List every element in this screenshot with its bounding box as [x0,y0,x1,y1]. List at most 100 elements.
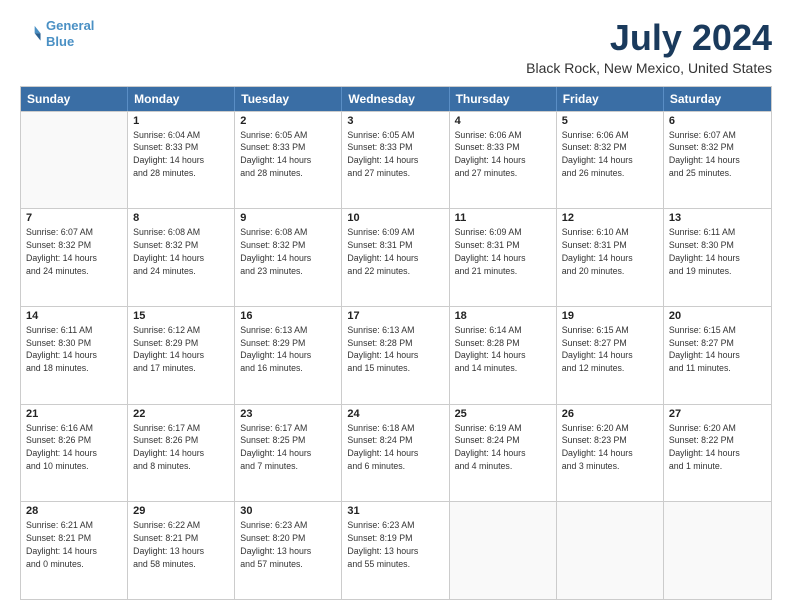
logo-icon [20,23,42,45]
day-number: 27 [669,408,766,420]
day-number: 14 [26,310,122,322]
calendar-week-2: 14Sunrise: 6:11 AMSunset: 8:30 PMDayligh… [21,306,771,404]
day-number: 3 [347,115,443,127]
page: General Blue July 2024 Black Rock, New M… [0,0,792,612]
calendar-cell: 5 Sunrise: 6:06 AMSunset: 8:32 PMDaylight… [557,112,664,209]
day-info: Sunrise: 6:23 AMSunset: 8:20 PMDaylight:… [240,519,336,570]
calendar-header-cell: Wednesday [342,87,449,111]
calendar-cell: 15Sunrise: 6:12 AMSunset: 8:29 PMDayligh… [128,307,235,404]
calendar-cell: 22Sunrise: 6:17 AMSunset: 8:26 PMDayligh… [128,405,235,502]
day-info: Sunrise: 6:08 AMSunset: 8:32 PMDaylight:… [133,226,229,277]
calendar: SundayMondayTuesdayWednesdayThursdayFrid… [20,86,772,600]
day-info: Sunrise: 6:17 AMSunset: 8:25 PMDaylight:… [240,422,336,473]
day-info: Sunrise: 6:14 AMSunset: 8:28 PMDaylight:… [455,324,551,375]
calendar-week-0: 1 Sunrise: 6:04 AMSunset: 8:33 PMDaylight… [21,111,771,209]
day-number: 7 [26,212,122,224]
day-number: 28 [26,505,122,517]
day-number: 2 [240,115,336,127]
calendar-body: 1 Sunrise: 6:04 AMSunset: 8:33 PMDaylight… [21,111,771,599]
calendar-cell [450,502,557,599]
day-number: 23 [240,408,336,420]
logo: General Blue [20,18,94,49]
calendar-cell: 19Sunrise: 6:15 AMSunset: 8:27 PMDayligh… [557,307,664,404]
day-info: Sunrise: 6:08 AMSunset: 8:32 PMDaylight:… [240,226,336,277]
day-info: Sunrise: 6:19 AMSunset: 8:24 PMDaylight:… [455,422,551,473]
calendar-header-cell: Monday [128,87,235,111]
day-info: Sunrise: 6:04 AMSunset: 8:33 PMDaylight:… [133,129,229,180]
day-number: 19 [562,310,658,322]
day-number: 21 [26,408,122,420]
day-number: 26 [562,408,658,420]
calendar-cell: 28 Sunrise: 6:21 AMSunset: 8:21 PMDayligh… [21,502,128,599]
calendar-cell: 18 Sunrise: 6:14 AMSunset: 8:28 PMDayligh… [450,307,557,404]
day-number: 20 [669,310,766,322]
calendar-cell: 14Sunrise: 6:11 AMSunset: 8:30 PMDayligh… [21,307,128,404]
day-number: 8 [133,212,229,224]
calendar-cell: 2 Sunrise: 6:05 AMSunset: 8:33 PMDaylight… [235,112,342,209]
day-number: 16 [240,310,336,322]
calendar-cell [557,502,664,599]
calendar-cell: 21 Sunrise: 6:16 AMSunset: 8:26 PMDayligh… [21,405,128,502]
calendar-cell: 8 Sunrise: 6:08 AMSunset: 8:32 PMDaylight… [128,209,235,306]
day-info: Sunrise: 6:16 AMSunset: 8:26 PMDaylight:… [26,422,122,473]
day-info: Sunrise: 6:23 AMSunset: 8:19 PMDaylight:… [347,519,443,570]
day-info: Sunrise: 6:06 AMSunset: 8:32 PMDaylight:… [562,129,658,180]
calendar-cell: 30Sunrise: 6:23 AMSunset: 8:20 PMDayligh… [235,502,342,599]
calendar-header-row: SundayMondayTuesdayWednesdayThursdayFrid… [21,87,771,111]
day-info: Sunrise: 6:06 AMSunset: 8:33 PMDaylight:… [455,129,551,180]
calendar-cell: 3Sunrise: 6:05 AMSunset: 8:33 PMDaylight… [342,112,449,209]
day-info: Sunrise: 6:13 AMSunset: 8:28 PMDaylight:… [347,324,443,375]
day-info: Sunrise: 6:15 AMSunset: 8:27 PMDaylight:… [669,324,766,375]
calendar-cell: 9 Sunrise: 6:08 AMSunset: 8:32 PMDaylight… [235,209,342,306]
day-info: Sunrise: 6:10 AMSunset: 8:31 PMDaylight:… [562,226,658,277]
day-number: 5 [562,115,658,127]
day-number: 17 [347,310,443,322]
day-info: Sunrise: 6:18 AMSunset: 8:24 PMDaylight:… [347,422,443,473]
calendar-week-1: 7 Sunrise: 6:07 AMSunset: 8:32 PMDaylight… [21,208,771,306]
day-info: Sunrise: 6:05 AMSunset: 8:33 PMDaylight:… [240,129,336,180]
calendar-header-cell: Thursday [450,87,557,111]
subtitle: Black Rock, New Mexico, United States [526,60,772,76]
day-number: 1 [133,115,229,127]
calendar-week-4: 28 Sunrise: 6:21 AMSunset: 8:21 PMDayligh… [21,501,771,599]
day-number: 9 [240,212,336,224]
calendar-header-cell: Tuesday [235,87,342,111]
logo-line2: Blue [46,34,74,49]
calendar-header-cell: Saturday [664,87,771,111]
day-number: 22 [133,408,229,420]
calendar-cell: 23 Sunrise: 6:17 AMSunset: 8:25 PMDayligh… [235,405,342,502]
day-number: 18 [455,310,551,322]
calendar-cell [664,502,771,599]
calendar-cell: 25 Sunrise: 6:19 AMSunset: 8:24 PMDayligh… [450,405,557,502]
day-info: Sunrise: 6:09 AMSunset: 8:31 PMDaylight:… [347,226,443,277]
day-number: 13 [669,212,766,224]
calendar-cell: 24 Sunrise: 6:18 AMSunset: 8:24 PMDayligh… [342,405,449,502]
calendar-cell: 4 Sunrise: 6:06 AMSunset: 8:33 PMDaylight… [450,112,557,209]
day-info: Sunrise: 6:21 AMSunset: 8:21 PMDaylight:… [26,519,122,570]
calendar-cell: 17 Sunrise: 6:13 AMSunset: 8:28 PMDayligh… [342,307,449,404]
day-number: 11 [455,212,551,224]
day-number: 10 [347,212,443,224]
day-number: 24 [347,408,443,420]
calendar-cell: 10 Sunrise: 6:09 AMSunset: 8:31 PMDayligh… [342,209,449,306]
day-info: Sunrise: 6:22 AMSunset: 8:21 PMDaylight:… [133,519,229,570]
title-block: July 2024 Black Rock, New Mexico, United… [526,18,772,76]
day-info: Sunrise: 6:20 AMSunset: 8:23 PMDaylight:… [562,422,658,473]
calendar-cell: 12Sunrise: 6:10 AMSunset: 8:31 PMDayligh… [557,209,664,306]
calendar-cell: 29 Sunrise: 6:22 AMSunset: 8:21 PMDayligh… [128,502,235,599]
calendar-cell: 11 Sunrise: 6:09 AMSunset: 8:31 PMDayligh… [450,209,557,306]
logo-line1: General [46,18,94,33]
day-info: Sunrise: 6:13 AMSunset: 8:29 PMDaylight:… [240,324,336,375]
day-info: Sunrise: 6:09 AMSunset: 8:31 PMDaylight:… [455,226,551,277]
day-info: Sunrise: 6:07 AMSunset: 8:32 PMDaylight:… [26,226,122,277]
day-number: 6 [669,115,766,127]
day-info: Sunrise: 6:20 AMSunset: 8:22 PMDaylight:… [669,422,766,473]
day-number: 4 [455,115,551,127]
main-title: July 2024 [526,18,772,58]
day-info: Sunrise: 6:11 AMSunset: 8:30 PMDaylight:… [669,226,766,277]
calendar-header-cell: Friday [557,87,664,111]
day-number: 29 [133,505,229,517]
calendar-cell: 16 Sunrise: 6:13 AMSunset: 8:29 PMDayligh… [235,307,342,404]
day-info: Sunrise: 6:12 AMSunset: 8:29 PMDaylight:… [133,324,229,375]
day-number: 25 [455,408,551,420]
